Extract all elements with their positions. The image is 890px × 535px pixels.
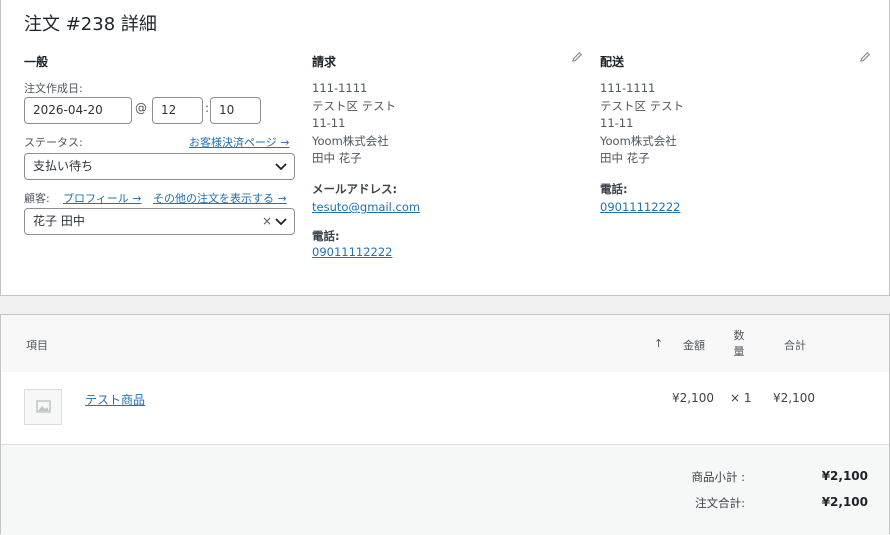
subtotal-value: ¥2,100 <box>821 469 868 483</box>
product-price: ¥2,100 <box>672 391 714 405</box>
col-amount-header[interactable]: 金額 <box>683 337 705 353</box>
customer-select[interactable]: 花子 田中 × <box>24 208 295 235</box>
shipping-address-line: テスト区 テスト <box>600 98 685 113</box>
at-separator: @ <box>135 101 147 115</box>
customer-label: 顧客: <box>24 192 50 205</box>
time-colon: : <box>205 101 210 115</box>
billing-email-label: メールアドレス: <box>312 182 398 196</box>
customer-payment-page-link[interactable]: お客様決済ページ → <box>189 134 290 150</box>
shipping-address-line: 11-11 <box>600 116 634 130</box>
order-totals: 商品小計 : ¥2,100 注文合計: ¥2,100 <box>1 444 889 535</box>
shipping-phone-label: 電話: <box>600 182 628 196</box>
col-total-header[interactable]: 合計 <box>784 337 806 353</box>
col-qty-char-1: 数 <box>733 329 745 342</box>
shipping-phone-link[interactable]: 09011112222 <box>600 200 680 214</box>
billing-heading: 請求 <box>312 55 337 69</box>
customer-profile-link[interactable]: プロフィール → <box>63 190 142 206</box>
col-item-header[interactable]: 項目 <box>26 337 48 353</box>
chevron-down-icon <box>275 163 287 171</box>
clear-customer-icon[interactable]: × <box>262 209 272 234</box>
col-qty-header[interactable]: 数 量 <box>732 328 746 360</box>
order-total-label: 注文合計: <box>695 496 745 510</box>
product-quantity: × 1 <box>730 391 752 405</box>
chevron-down-icon <box>275 218 287 226</box>
minute-input[interactable]: 10 <box>210 97 261 124</box>
billing-address-line: 111-1111 <box>312 81 368 95</box>
status-label: ステータス: <box>24 136 83 149</box>
shipping-address: 111-1111 テスト区 テスト 11-11 Yoom株式会社 田中 花子 <box>600 80 684 168</box>
sort-arrow-icon[interactable]: ↑ <box>654 337 663 350</box>
items-table-header: 項目 ↑ 金額 数 量 合計 <box>1 315 889 372</box>
edit-billing-pencil-icon[interactable] <box>571 51 583 63</box>
other-orders-link[interactable]: その他の注文を表示する → <box>153 190 287 206</box>
billing-address-line: テスト区 テスト <box>312 98 397 113</box>
order-details-panel: 注文 #238 詳細 一般 注文作成日: 2026-04-20 @ 12 : 1… <box>0 0 890 296</box>
shipping-address-line: 111-1111 <box>600 81 656 95</box>
general-heading: 一般 <box>24 55 49 69</box>
product-name-link[interactable]: テスト商品 <box>85 391 145 408</box>
page-title: 注文 #238 詳細 <box>24 14 157 35</box>
billing-address-line: 田中 花子 <box>312 151 362 165</box>
status-select[interactable]: 支払い待ち <box>24 153 295 180</box>
col-qty-char-2: 量 <box>733 345 745 358</box>
image-placeholder-icon <box>36 400 51 413</box>
shipping-heading: 配送 <box>600 55 625 69</box>
date-created-label: 注文作成日: <box>24 82 83 95</box>
billing-address: 111-1111 テスト区 テスト 11-11 Yoom株式会社 田中 花子 <box>312 80 396 168</box>
billing-phone-link[interactable]: 09011112222 <box>312 245 392 259</box>
billing-address-line: 11-11 <box>312 116 346 130</box>
hour-input[interactable]: 12 <box>152 97 203 124</box>
order-items-panel: 項目 ↑ 金額 数 量 合計 テスト商品 ¥2,100 × 1 ¥2,100 商… <box>0 314 890 535</box>
billing-phone-label: 電話: <box>312 229 340 243</box>
shipping-address-line: 田中 花子 <box>600 151 650 165</box>
product-line-total: ¥2,100 <box>773 391 815 405</box>
billing-address-line: Yoom株式会社 <box>312 133 389 148</box>
table-row: テスト商品 ¥2,100 × 1 ¥2,100 <box>1 372 889 444</box>
edit-shipping-pencil-icon[interactable] <box>859 51 871 63</box>
billing-email-link[interactable]: tesuto@gmail.com <box>312 200 420 214</box>
subtotal-label: 商品小計 : <box>691 470 745 484</box>
status-select-value: 支払い待ち <box>33 159 94 173</box>
order-total-value: ¥2,100 <box>821 495 868 509</box>
product-thumbnail <box>24 389 62 425</box>
shipping-address-line: Yoom株式会社 <box>600 133 677 148</box>
date-created-input[interactable]: 2026-04-20 <box>24 97 132 124</box>
customer-select-value: 花子 田中 <box>33 214 85 228</box>
